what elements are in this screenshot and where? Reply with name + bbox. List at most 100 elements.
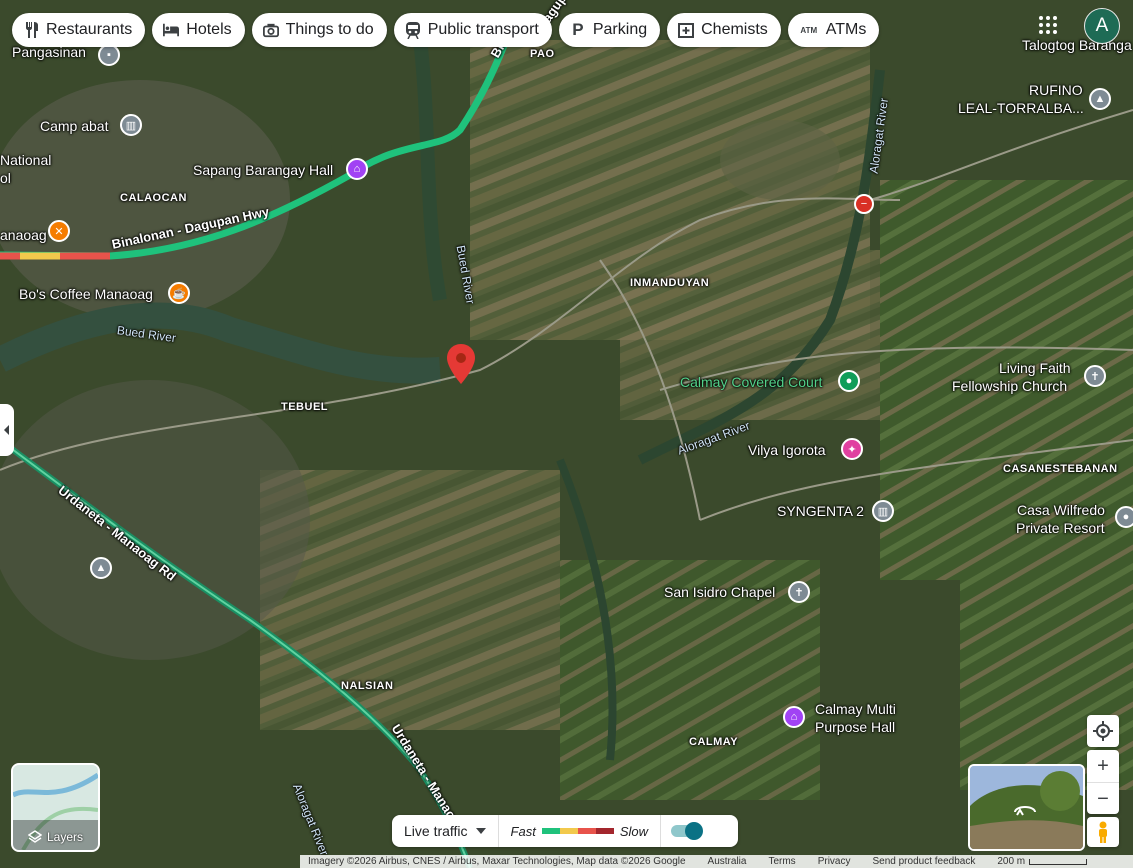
place-label-national-2[interactable]: ol bbox=[0, 170, 11, 187]
traffic-scale-fast bbox=[541, 828, 560, 834]
place-label-casa-wilfredo[interactable]: Casa Wilfredo bbox=[1017, 502, 1105, 519]
scale-bar bbox=[1029, 858, 1088, 865]
road-closure-icon[interactable]: − bbox=[854, 194, 874, 214]
chip-label: Hotels bbox=[186, 21, 232, 38]
pegman-icon bbox=[1099, 821, 1107, 843]
country-link[interactable]: Australia bbox=[708, 856, 747, 867]
traffic-scale-slow bbox=[577, 828, 596, 834]
chip-parking[interactable]: P Parking bbox=[558, 13, 661, 47]
cafe-pin-icon[interactable]: ☕ bbox=[168, 282, 190, 304]
chip-label: Chemists bbox=[701, 21, 768, 38]
zoom-in-button[interactable]: + bbox=[1087, 750, 1119, 782]
feedback-link[interactable]: Send product feedback bbox=[872, 856, 975, 867]
crosshair-icon bbox=[1093, 721, 1113, 741]
chip-atms[interactable]: ATM ATMs bbox=[787, 13, 880, 47]
place-label-rufino-2[interactable]: LEAL-TORRALBA... bbox=[958, 100, 1084, 117]
imagery-attribution: Imagery ©2026 Airbus, CNES / Airbus, Max… bbox=[308, 856, 686, 867]
account-avatar[interactable]: A bbox=[1084, 8, 1120, 44]
chip-label: Things to do bbox=[285, 21, 374, 38]
chip-label: ATMs bbox=[825, 21, 867, 38]
area-label-tebuel: TEBUEL bbox=[281, 401, 328, 413]
my-location-button[interactable] bbox=[1087, 715, 1119, 747]
traffic-control: Live traffic Fast Slow bbox=[392, 815, 738, 847]
civic-pin-icon[interactable]: ⌂ bbox=[346, 158, 368, 180]
place-label-bos-coffee[interactable]: Bo's Coffee Manaoag bbox=[19, 286, 153, 303]
layers-label: Layers bbox=[46, 830, 84, 844]
street-view-thumbnail[interactable] bbox=[968, 764, 1085, 851]
place-label-rufino[interactable]: RUFINO bbox=[1029, 82, 1083, 99]
chip-chemists[interactable]: Chemists bbox=[667, 13, 781, 47]
category-chips: Restaurants Hotels Things to do Public t… bbox=[12, 13, 880, 47]
civic-pin-icon[interactable]: ⌂ bbox=[783, 706, 805, 728]
sports-pin-icon[interactable]: ● bbox=[838, 370, 860, 392]
area-label-calaocan: CALAOCAN bbox=[120, 192, 187, 204]
street-view-image bbox=[970, 766, 1083, 849]
apps-grid-icon[interactable] bbox=[1037, 14, 1059, 36]
terms-link[interactable]: Terms bbox=[768, 856, 795, 867]
traffic-legend: Fast Slow bbox=[499, 824, 660, 839]
camera-icon bbox=[262, 22, 279, 38]
hotel-icon bbox=[163, 22, 180, 38]
zoom-out-button[interactable]: − bbox=[1087, 782, 1119, 815]
place-label-vilya-igorota[interactable]: Vilya Igorota bbox=[748, 442, 826, 459]
landmark-pin-icon[interactable]: ▪ bbox=[98, 44, 120, 66]
place-label-national[interactable]: National bbox=[0, 152, 51, 169]
train-icon bbox=[405, 21, 421, 39]
place-label-casa-wilfredo-2[interactable]: Private Resort bbox=[1016, 520, 1105, 537]
street-view-pegman-button[interactable] bbox=[1087, 817, 1119, 847]
layers-icon bbox=[27, 830, 42, 843]
chip-public-transport[interactable]: Public transport bbox=[393, 13, 552, 47]
area-label-calmay: CALMAY bbox=[689, 736, 739, 748]
atm-icon: ATM bbox=[800, 25, 818, 35]
resort-pin-icon[interactable]: ● bbox=[1115, 506, 1133, 528]
privacy-link[interactable]: Privacy bbox=[818, 856, 851, 867]
place-label-manaoag[interactable]: anaoag bbox=[0, 227, 47, 244]
traffic-toggle[interactable] bbox=[660, 815, 711, 847]
caret-down-icon bbox=[475, 828, 486, 834]
pharmacy-icon bbox=[678, 22, 695, 38]
school-pin-icon[interactable]: ▲ bbox=[90, 557, 112, 579]
place-label-syngenta[interactable]: SYNGENTA 2 bbox=[777, 503, 864, 520]
government-pin-icon[interactable]: ▥ bbox=[120, 114, 142, 136]
chip-restaurants[interactable]: Restaurants bbox=[12, 13, 146, 47]
place-label-talogtog[interactable]: Talogtog Baranga bbox=[1022, 37, 1132, 54]
church-pin-icon[interactable]: ✝ bbox=[1084, 365, 1106, 387]
restaurant-icon bbox=[23, 22, 39, 38]
bar-pin-icon[interactable]: ✦ bbox=[841, 438, 863, 460]
traffic-fast-label: Fast bbox=[510, 823, 536, 839]
location-pin-icon[interactable] bbox=[447, 344, 475, 384]
traffic-slow-label: Slow bbox=[619, 823, 649, 839]
chevron-left-icon bbox=[4, 425, 9, 435]
toggle-track bbox=[671, 822, 704, 840]
chip-things-to-do[interactable]: Things to do bbox=[251, 13, 387, 47]
restaurant-pin-icon[interactable]: ✕ bbox=[48, 220, 70, 242]
church-pin-icon[interactable]: ✝ bbox=[788, 581, 810, 603]
area-label-inmanduyan: INMANDUYAN bbox=[630, 277, 710, 289]
live-traffic-label: Live traffic bbox=[404, 823, 468, 839]
chip-label: Parking bbox=[592, 21, 648, 38]
parking-icon: P bbox=[572, 20, 584, 39]
place-label-living-faith[interactable]: Living Faith bbox=[999, 360, 1071, 377]
layers-button[interactable]: Layers bbox=[11, 763, 100, 852]
attribution-bar: Imagery ©2026 Airbus, CNES / Airbus, Max… bbox=[300, 855, 1133, 868]
collapse-side-panel-button[interactable] bbox=[0, 404, 14, 456]
school-pin-icon[interactable]: ▲ bbox=[1089, 88, 1111, 110]
traffic-scale-slowest bbox=[595, 828, 614, 834]
place-label-calmay-covered-court[interactable]: Calmay Covered Court bbox=[680, 374, 822, 391]
place-label-camp-abat[interactable]: Camp abat bbox=[40, 118, 108, 135]
chip-hotels[interactable]: Hotels bbox=[152, 13, 245, 47]
scale-label: 200 m bbox=[997, 856, 1026, 867]
chip-label: Restaurants bbox=[46, 21, 133, 38]
live-traffic-dropdown[interactable]: Live traffic bbox=[392, 815, 499, 847]
traffic-scale-medium bbox=[559, 828, 578, 834]
area-label-pao: PAO bbox=[530, 48, 555, 60]
chip-label: Public transport bbox=[427, 21, 539, 38]
place-label-san-isidro-chapel[interactable]: San Isidro Chapel bbox=[664, 584, 775, 601]
place-label-calmay-multi[interactable]: Calmay Multi bbox=[815, 701, 896, 718]
place-label-calmay-multi-2[interactable]: Purpose Hall bbox=[815, 719, 895, 736]
satellite-map[interactable] bbox=[0, 0, 1133, 868]
office-pin-icon[interactable]: ▥ bbox=[872, 500, 894, 522]
toggle-thumb bbox=[685, 822, 704, 840]
place-label-living-faith-2[interactable]: Fellowship Church bbox=[952, 378, 1067, 395]
place-label-sapang-barangay-hall[interactable]: Sapang Barangay Hall bbox=[193, 162, 333, 179]
